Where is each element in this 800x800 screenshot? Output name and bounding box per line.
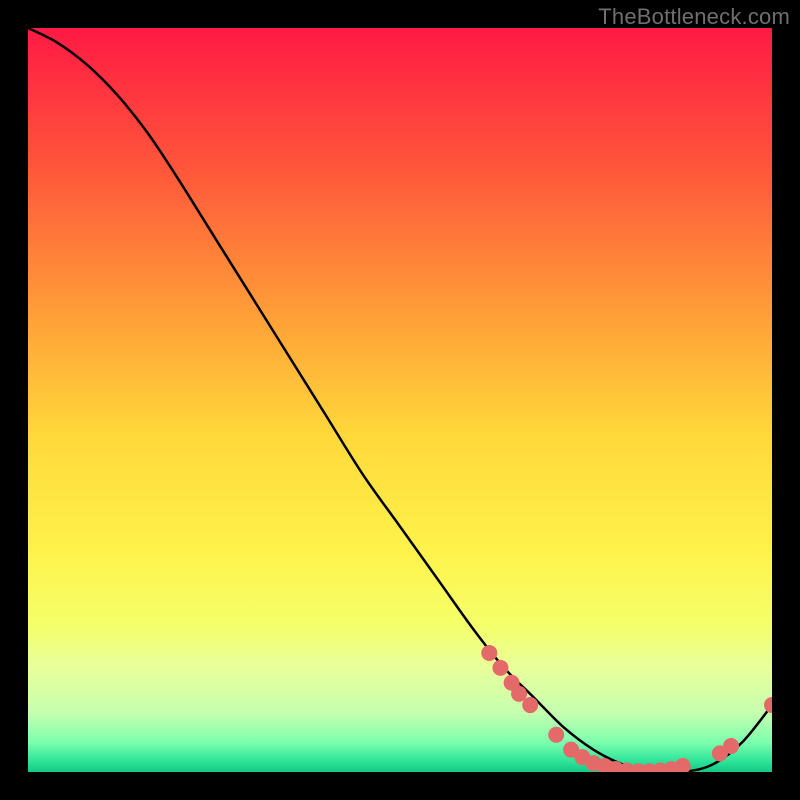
plot-area (28, 28, 772, 772)
curve-marker (492, 660, 508, 676)
curve-marker (522, 697, 538, 713)
chart-svg (28, 28, 772, 772)
curve-marker (548, 727, 564, 743)
chart-container: TheBottleneck.com (0, 0, 800, 800)
watermark-label: TheBottleneck.com (598, 4, 790, 30)
curve-marker (723, 738, 739, 754)
gradient-background (28, 28, 772, 772)
curve-marker (481, 645, 497, 661)
